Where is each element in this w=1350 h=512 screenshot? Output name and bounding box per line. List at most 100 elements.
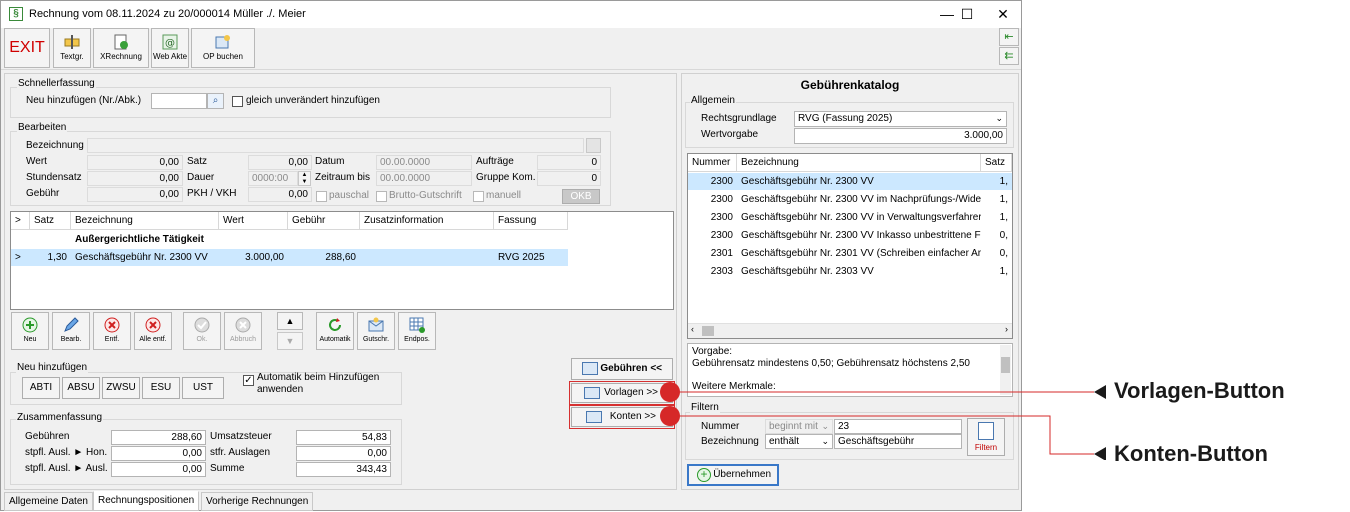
- move-down-icon[interactable]: ▼: [277, 332, 303, 350]
- wert-field[interactable]: 0,00: [87, 155, 183, 170]
- maximize-button[interactable]: ☐: [949, 4, 985, 24]
- auftraege-field[interactable]: 0: [537, 155, 601, 170]
- katalog-row-satz: 0,: [999, 230, 1008, 241]
- stundensatz-field[interactable]: 0,00: [87, 171, 183, 186]
- bezeichnung-lookup-icon[interactable]: [586, 138, 601, 153]
- datum-field[interactable]: 00.00.0000: [376, 155, 472, 170]
- katalog-row-nr: 2303: [710, 266, 733, 277]
- table-row[interactable]: > 1,30 Geschäftsgebühr Nr. 2300 VV 3.000…: [11, 249, 568, 266]
- dauer-spinner-icon[interactable]: ▲ ▼: [298, 171, 311, 186]
- rechtsgrundlage-select[interactable]: RVG (Fassung 2025) ⌄: [794, 111, 1007, 127]
- bearbeiten-legend: Bearbeiten: [17, 122, 68, 133]
- okb-button[interactable]: OKB: [562, 189, 600, 204]
- gebuehr-field[interactable]: 0,00: [87, 187, 183, 202]
- vorlagen-arrow-icon: [1094, 385, 1106, 399]
- row-bezeichnung: Geschäftsgebühr Nr. 2300 VV: [75, 252, 208, 263]
- entf-button[interactable]: Entf.: [93, 312, 131, 350]
- katalog-row[interactable]: 2300 Geschäftsgebühr Nr. 2300 VV Inkasso…: [688, 227, 1012, 244]
- bezeichnung-field[interactable]: [87, 138, 584, 153]
- endpos-button[interactable]: Endpos.: [398, 312, 436, 350]
- rechtsgrundlage-value: RVG (Fassung 2025): [798, 113, 893, 124]
- katalog-row-nr: 2301: [710, 248, 733, 259]
- move-up-icon[interactable]: ▲: [277, 312, 303, 330]
- col-fassung-header[interactable]: Fassung: [494, 212, 568, 230]
- ust-label: Umsatzsteuer: [210, 431, 272, 442]
- katalog-col-nummer[interactable]: Nummer: [688, 154, 737, 172]
- callout-lines: [660, 382, 1106, 460]
- katalog-col-bezeichnung[interactable]: Bezeichnung: [737, 154, 981, 172]
- refresh-icon: [329, 318, 341, 331]
- gruppe-field[interactable]: 0: [537, 171, 601, 186]
- col-bezeichnung-header[interactable]: Bezeichnung: [71, 212, 219, 230]
- col-wert-header[interactable]: Wert: [219, 212, 288, 230]
- automatik-checkbox[interactable]: ✓: [243, 375, 254, 386]
- uebernehmen-button[interactable]: + Übernehmen: [687, 464, 779, 486]
- brutto-label: Brutto-Gutschrift: [389, 190, 462, 201]
- search-icon[interactable]: ⌕: [207, 93, 224, 109]
- wert-label: Wert: [26, 156, 47, 167]
- katalog-col-satz[interactable]: Satz: [981, 154, 1012, 172]
- neu-hinzufuegen-input[interactable]: [151, 93, 207, 109]
- wertvorgabe-field[interactable]: 3.000,00: [794, 128, 1007, 144]
- xrechnung-label: XRechnung: [100, 52, 142, 61]
- nav-back-icon[interactable]: ⇤: [999, 28, 1019, 46]
- col-zusatz-header[interactable]: Zusatzinformation: [360, 212, 494, 230]
- dauer-field[interactable]: 0000:00: [248, 171, 298, 186]
- bearb-label: Bearb.: [60, 336, 82, 343]
- satz-field[interactable]: 0,00: [248, 155, 312, 170]
- gleich-label: gleich unverändert hinzufügen: [246, 95, 380, 106]
- stpfl-ausl-label: stpfl. Ausl. ► Ausl.: [25, 463, 108, 474]
- ok-button[interactable]: Ok.: [183, 312, 221, 350]
- katalog-row[interactable]: 2300 Geschäftsgebühr Nr. 2300 VV 1,: [688, 173, 1012, 190]
- manuell-checkbox[interactable]: [473, 191, 484, 202]
- ust-button[interactable]: UST: [182, 377, 224, 399]
- neu-hinzufuegen-label: Neu hinzufügen (Nr./Abk.): [26, 95, 142, 106]
- konten-line: [670, 415, 1094, 455]
- katalog-row[interactable]: 2300 Geschäftsgebühr Nr. 2300 VV in Verw…: [688, 209, 1012, 226]
- pauschal-checkbox[interactable]: [316, 191, 327, 202]
- scroll-thumb[interactable]: [702, 326, 714, 336]
- bearb-button[interactable]: Bearb.: [52, 312, 90, 350]
- gebuehren-button[interactable]: Gebühren <<: [571, 358, 673, 380]
- abti-button[interactable]: ABTI: [22, 377, 60, 399]
- tab-rechnungspositionen[interactable]: Rechnungspositionen: [93, 491, 200, 511]
- vorgabe-text: Gebührensatz mindestens 0,50; Gebührensa…: [692, 358, 970, 369]
- brutto-checkbox[interactable]: [376, 191, 387, 202]
- automatik-button[interactable]: Automatik: [316, 312, 354, 350]
- nav-prev-icon[interactable]: ⇇: [999, 47, 1019, 65]
- gleich-checkbox[interactable]: [232, 96, 243, 107]
- exit-button[interactable]: EXIT: [4, 28, 50, 68]
- col-marker-header[interactable]: >: [11, 212, 30, 230]
- scroll-right-icon[interactable]: ›: [1005, 324, 1008, 334]
- katalog-hscrollbar[interactable]: ‹ ›: [688, 323, 1012, 338]
- window-title: Rechnung vom 08.11.2024 zu 20/000014 Mül…: [29, 8, 306, 20]
- chevron-down-icon: ⌄: [995, 113, 1003, 123]
- close-button[interactable]: ✕: [985, 4, 1021, 24]
- row-satz: 1,30: [47, 252, 67, 263]
- konten-callout: Konten-Button: [1114, 441, 1268, 466]
- pkh-field[interactable]: 0,00: [248, 187, 312, 202]
- tab-vorherige-rechnungen[interactable]: Vorherige Rechnungen: [201, 492, 314, 511]
- katalog-row[interactable]: 2301 Geschäftsgebühr Nr. 2301 VV (Schrei…: [688, 245, 1012, 262]
- col-satz-header[interactable]: Satz: [30, 212, 71, 230]
- webakte-button[interactable]: @ Web Akte: [151, 28, 189, 68]
- textgr-button[interactable]: Textgr.: [53, 28, 91, 68]
- gutschr-button[interactable]: Gutschr.: [357, 312, 395, 350]
- col-gebuehr-header[interactable]: Gebühr: [288, 212, 360, 230]
- abbruch-button[interactable]: Abbruch: [224, 312, 262, 350]
- katalog-row[interactable]: 2303 Geschäftsgebühr Nr. 2303 VV 1,: [688, 263, 1012, 280]
- stpfl-hon-field: 0,00: [111, 446, 206, 461]
- katalog-row[interactable]: 2300 Geschäftsgebühr Nr. 2300 VV im Nach…: [688, 191, 1012, 208]
- tab-allgemeine-daten[interactable]: Allgemeine Daten: [4, 492, 93, 511]
- neu-button[interactable]: Neu: [11, 312, 49, 350]
- zeitraum-field[interactable]: 00.00.0000: [376, 171, 472, 186]
- op-buchen-button[interactable]: OP buchen: [191, 28, 255, 68]
- absu-button[interactable]: ABSU: [62, 377, 100, 399]
- zwsu-button[interactable]: ZWSU: [102, 377, 140, 399]
- esu-button[interactable]: ESU: [142, 377, 180, 399]
- xrechnung-button[interactable]: XRechnung: [93, 28, 149, 68]
- price-tag-icon: [582, 362, 598, 375]
- vorgabe-scroll-thumb[interactable]: [1001, 357, 1010, 373]
- alle-entf-button[interactable]: Alle entf.: [134, 312, 172, 350]
- scroll-left-icon[interactable]: ‹: [691, 324, 694, 334]
